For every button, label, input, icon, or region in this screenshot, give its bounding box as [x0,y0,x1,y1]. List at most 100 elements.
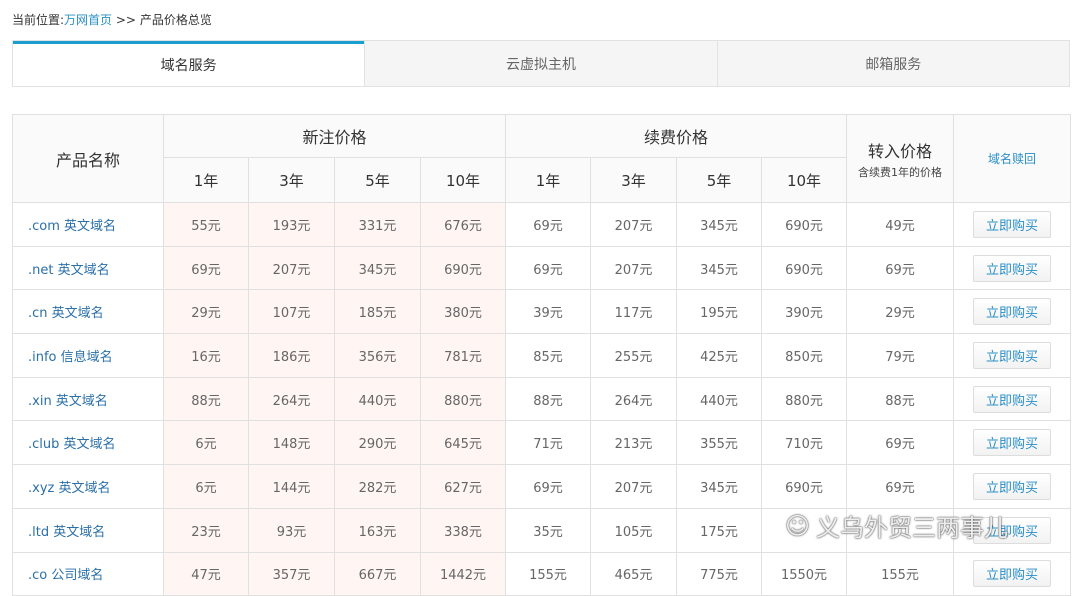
new-price-cell: 676元 [419,202,507,247]
product-name[interactable]: .net 英文域名 [12,245,164,291]
buy-now-button[interactable]: 立即购买 [973,429,1052,457]
new-price-cell: 264元 [248,376,335,422]
breadcrumb-separator: >> [112,13,140,27]
tab-domain[interactable]: 域名服务 [13,41,365,86]
renew-price-cell: 690元 [761,202,848,247]
renew-price-cell: 690元 [761,464,848,509]
header-renew-year: 5年 [676,157,763,203]
buy-now-button[interactable]: 立即购买 [973,385,1052,413]
new-price-cell: 345元 [334,245,421,291]
product-name[interactable]: .club 英文域名 [12,420,164,466]
buy-cell: 立即购买 [953,245,1072,291]
new-price-cell: 6元 [163,420,249,466]
transfer-note: 含续费1年的价格 [858,165,943,179]
breadcrumb-current: 产品价格总览 [139,13,212,27]
table-row: .xyz 英文域名 6元 144元 282元 627元 69元 207元 345元 690元 69… [12,464,1072,509]
new-price-cell: 440元 [334,376,421,422]
table-row: .club 英文域名 6元 148元 290元 645元 71元 213元 355元 710元 6… [12,420,1072,466]
header-renew-year: 10年 [761,157,848,203]
renew-price-cell: 207元 [590,245,678,291]
new-price-cell: 282元 [334,464,421,509]
new-price-cell: 338元 [419,507,507,553]
new-price-cell: 207元 [248,245,335,291]
buy-cell: 立即购买 [953,202,1072,247]
new-price-cell: 290元 [334,420,421,466]
product-name[interactable]: .ltd 英文域名 [12,507,164,553]
buy-cell: 立即购买 [953,333,1072,378]
table-row: .com 英文域名 55元 193元 331元 676元 69元 207元 345元 690元 4… [12,202,1072,247]
new-price-cell: 23元 [163,507,249,553]
new-price-cell: 144元 [248,464,335,509]
price-table: 产品名称 新注价格 续费价格 转入价格 含续费1年的价格 域名赎回 1年 3年 5年 1… [12,114,1072,596]
renew-price-cell: 207元 [590,464,678,509]
transfer-price-cell: 88元 [846,376,955,422]
renew-price-cell: 355元 [676,420,763,466]
buy-now-button[interactable]: 立即购买 [973,341,1052,369]
renew-price-cell: 175元 [676,507,763,553]
renew-price-cell: 85元 [505,333,592,378]
new-price-cell: 6元 [163,464,249,509]
transfer-price-cell: 69元 [846,464,955,509]
transfer-price-cell: 79元 [846,333,955,378]
new-price-cell: 185元 [334,289,421,335]
renew-price-cell: 105元 [590,507,678,553]
buy-cell: 立即购买 [953,464,1072,509]
header-redeem[interactable]: 域名赎回 [953,114,1072,203]
header-new-year: 10年 [419,157,507,203]
table-row: .xin 英文域名 88元 264元 440元 880元 88元 264元 440元 880元 8… [12,376,1072,422]
product-name[interactable]: .xyz 英文域名 [12,464,164,509]
renew-price-cell: 195元 [676,289,763,335]
table-row: .ltd 英文域名 23元 93元 163元 338元 35元 105元 175元 立即购买 [12,507,1072,553]
tab-email[interactable]: 邮箱服务 [716,41,1069,86]
product-name[interactable]: .xin 英文域名 [12,376,164,422]
renew-price-cell: 440元 [676,376,763,422]
buy-cell: 立即购买 [953,289,1072,335]
product-name[interactable]: .com 英文域名 [12,202,164,247]
renew-price-cell: 35元 [505,507,592,553]
header-transfer-price: 转入价格含续费1年的价格 [846,114,955,203]
renew-price-cell: 69元 [505,464,592,509]
header-new-price: 新注价格 [162,114,507,158]
renew-price-cell: 850元 [761,333,848,378]
new-price-cell: 107元 [248,289,335,335]
renew-price-cell: 69元 [505,245,592,291]
renew-price-cell: 71元 [505,420,592,466]
buy-now-button[interactable]: 立即购买 [973,254,1052,282]
new-price-cell: 29元 [163,289,249,335]
breadcrumb: 当前位置:万网首页 >> 产品价格总览 [12,11,212,28]
renew-price-cell: 880元 [761,376,848,422]
new-price-cell: 163元 [334,507,421,553]
renew-price-cell: 117元 [590,289,678,335]
renew-price-cell: 345元 [676,202,763,247]
buy-cell: 立即购买 [953,376,1072,422]
header-renew-year: 3年 [590,157,678,203]
transfer-price-cell: 29元 [846,289,955,335]
transfer-price-cell: 69元 [846,245,955,291]
buy-now-button[interactable]: 立即购买 [973,516,1052,544]
buy-now-button[interactable]: 立即购买 [973,210,1052,238]
transfer-title: 转入价格 [868,141,933,161]
renew-price-cell: 255元 [590,333,678,378]
renew-price-cell: 425元 [676,333,763,378]
table-row: .info 信息域名 16元 186元 356元 781元 85元 255元 425元 850元… [12,333,1072,378]
renew-price-cell: 213元 [590,420,678,466]
product-name[interactable]: .cn 英文域名 [12,289,164,335]
new-price-cell: 645元 [419,420,507,466]
product-name[interactable]: .info 信息域名 [12,333,164,378]
buy-cell: 立即购买 [953,507,1072,553]
renew-price-cell: 39元 [505,289,592,335]
renew-price-cell: 345元 [676,464,763,509]
tab-virtual-host[interactable]: 云虚拟主机 [364,41,717,86]
service-tabs: 域名服务 云虚拟主机 邮箱服务 [12,40,1070,87]
buy-cell: 立即购买 [953,420,1072,466]
header-renew-year: 1年 [505,157,592,203]
new-price-cell: 186元 [248,333,335,378]
breadcrumb-home-link[interactable]: 万网首页 [64,13,112,27]
buy-now-button[interactable]: 立即购买 [973,472,1052,500]
new-price-cell: 69元 [163,245,249,291]
renew-price-cell: 690元 [761,245,848,291]
renew-price-cell: 207元 [590,202,678,247]
buy-now-button[interactable]: 立即购买 [973,298,1052,326]
header-new-year: 1年 [163,157,249,203]
header-product-name: 产品名称 [12,114,164,203]
